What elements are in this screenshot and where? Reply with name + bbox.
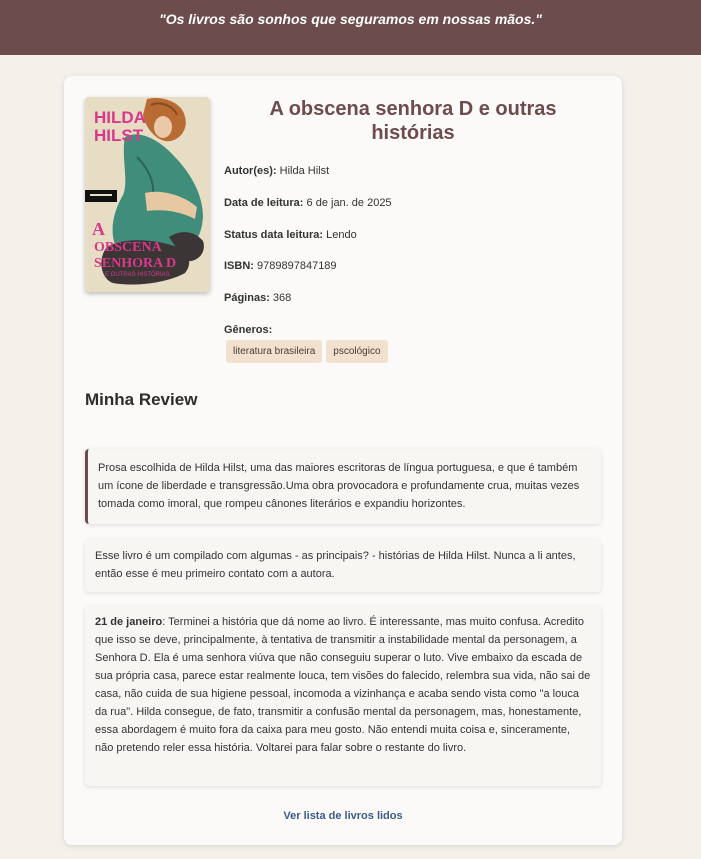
genres-label: Gêneros:: [224, 324, 273, 336]
svg-text:OBSCENA: OBSCENA: [94, 240, 163, 255]
svg-text:A: A: [92, 219, 105, 239]
book-title: A obscena senhora D e outras histórias: [269, 98, 557, 144]
review-entry-date: 21 de janeiro: [95, 616, 163, 628]
genres-row: Gêneros:: [224, 324, 272, 336]
isbn-row: ISBN: 9789897847189: [224, 260, 337, 272]
review-quote-text: Prosa escolhida de Hilda Hilst, uma das …: [98, 462, 580, 510]
review-blockquote: Prosa escolhida de Hilda Hilst, uma das …: [85, 449, 601, 524]
pages-label: Páginas:: [224, 292, 270, 304]
review-paragraph-text: Esse livro é um compilado com algumas - …: [95, 550, 576, 580]
genre-tag[interactable]: pscológico: [326, 340, 388, 363]
svg-text:HILDA: HILDA: [94, 108, 146, 127]
svg-text:E OUTRAS HISTÓRIAS: E OUTRAS HISTÓRIAS: [105, 271, 170, 278]
book-detail-card: HILDA HILST A OBSCENA SENHORA D E OUTRAS…: [64, 76, 622, 845]
genre-tags: literatura brasileira pscológico: [226, 340, 388, 363]
header-quote: "Os livros são sonhos que seguramos em n…: [159, 11, 542, 27]
svg-text:SENHORA D: SENHORA D: [94, 256, 176, 271]
reading-date-row: Data de leitura: 6 de jan. de 2025: [224, 197, 392, 209]
pages-row: Páginas: 368: [224, 292, 291, 304]
author-row: Autor(es): Hilda Hilst: [224, 165, 329, 177]
reading-status-value: Lendo: [326, 229, 357, 241]
review-entry-text: : Terminei a história que dá nome ao liv…: [95, 616, 591, 754]
svg-text:HILST: HILST: [94, 126, 144, 145]
pages-value: 368: [272, 292, 292, 304]
isbn-label: ISBN:: [224, 260, 254, 272]
reading-date-label: Data de leitura:: [224, 197, 304, 209]
review-entry: 21 de janeiro: Terminei a história que d…: [85, 606, 601, 786]
genre-tag[interactable]: literatura brasileira: [226, 340, 323, 363]
isbn-value: 9789897847189: [257, 260, 337, 272]
reading-date-value: 6 de jan. de 2025: [306, 197, 392, 209]
review-paragraph: Esse livro é um compilado com algumas - …: [85, 540, 601, 592]
book-cover-image: HILDA HILST A OBSCENA SENHORA D E OUTRAS…: [85, 97, 210, 292]
reading-status-row: Status data leitura: Lendo: [224, 229, 357, 241]
review-heading: Minha Review: [85, 390, 198, 409]
reading-status-label: Status data leitura:: [224, 229, 324, 241]
author-value: Hilda Hilst: [279, 165, 330, 177]
author-label: Autor(es):: [224, 165, 277, 177]
read-books-list-link[interactable]: Ver lista de livros lidos: [64, 810, 622, 822]
quote-banner: "Os livros são sonhos que seguramos em n…: [0, 0, 701, 55]
